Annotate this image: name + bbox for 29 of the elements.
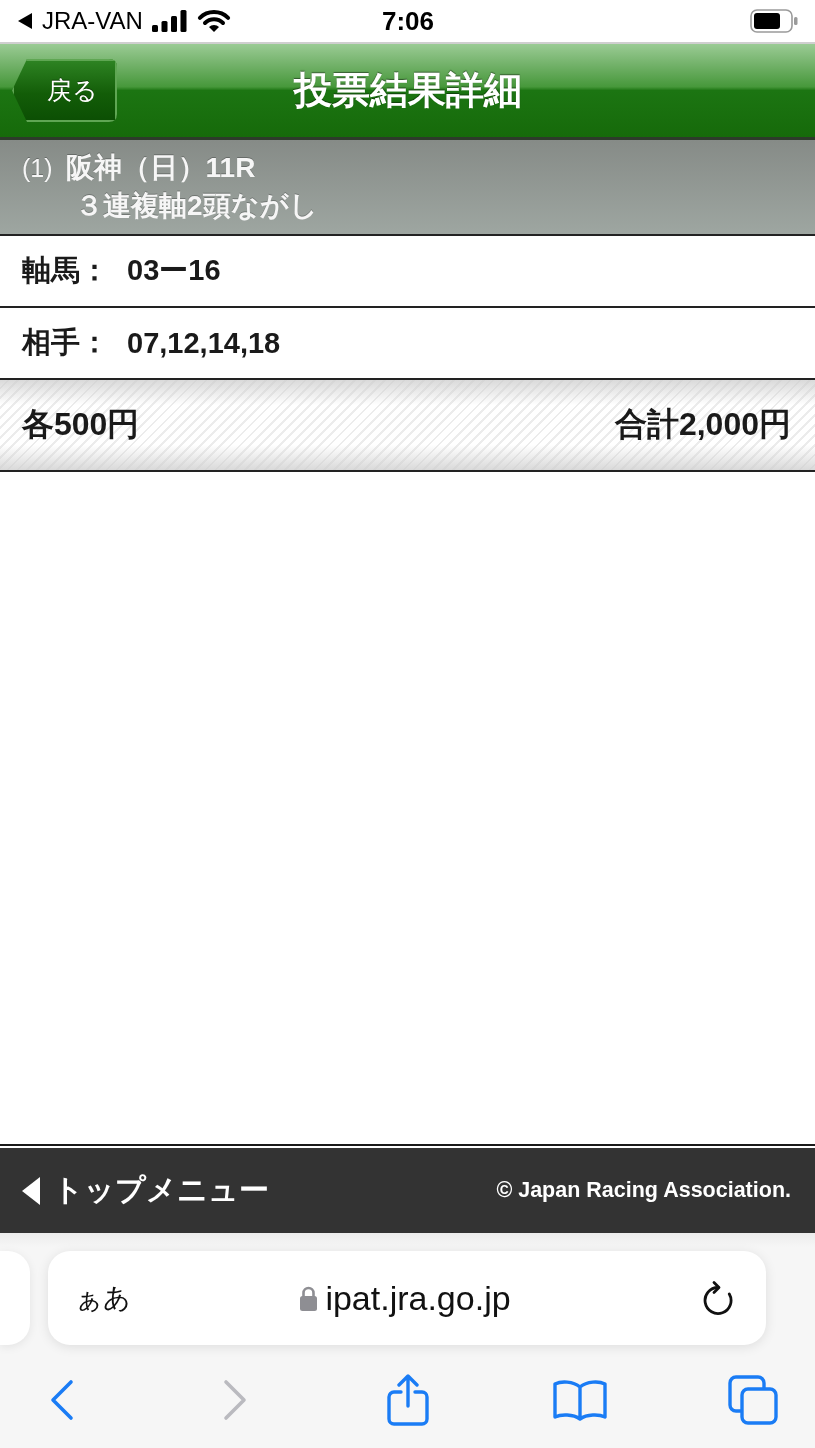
- tabs-icon[interactable]: [728, 1375, 778, 1425]
- per-bet-amount: 各500円: [22, 405, 140, 444]
- signal-icon: [151, 10, 188, 32]
- bet-type: ３連複軸2頭ながし: [75, 189, 319, 223]
- back-to-app-button[interactable]: JRA-VAN: [18, 7, 143, 35]
- total-amount: 合計2,000円: [614, 405, 791, 444]
- wifi-icon: [196, 9, 231, 33]
- copyright-text: © Japan Racing Association.: [496, 1178, 791, 1203]
- share-icon[interactable]: [386, 1374, 429, 1426]
- back-button[interactable]: 戻る: [12, 59, 117, 122]
- top-menu-link[interactable]: トップメニュー: [22, 1170, 269, 1211]
- page-title: 投票結果詳細: [293, 68, 522, 113]
- detail-label: 軸馬：: [22, 253, 110, 288]
- book-icon[interactable]: [553, 1379, 608, 1421]
- lock-icon: [299, 1285, 319, 1311]
- detail-label: 相手：: [22, 325, 110, 360]
- reload-icon[interactable]: [701, 1280, 735, 1316]
- left-triangle-icon: [18, 13, 32, 29]
- race-name: 阪神（日）11R: [65, 151, 256, 185]
- left-triangle-icon: [22, 1176, 40, 1205]
- chevron-left-icon[interactable]: [49, 1379, 75, 1421]
- detail-value: 07,12,14,18: [127, 326, 281, 360]
- url-text: ipat.jra.go.jp: [325, 1278, 511, 1318]
- status-time: 7:06: [381, 5, 434, 37]
- race-number: (1): [22, 153, 53, 184]
- text-size-button[interactable]: ぁあ: [75, 1280, 131, 1316]
- battery-icon: [750, 9, 798, 33]
- address-bar[interactable]: ぁあ ipat.jra.go.jp: [48, 1251, 766, 1345]
- detail-value: 03ー16: [127, 253, 221, 288]
